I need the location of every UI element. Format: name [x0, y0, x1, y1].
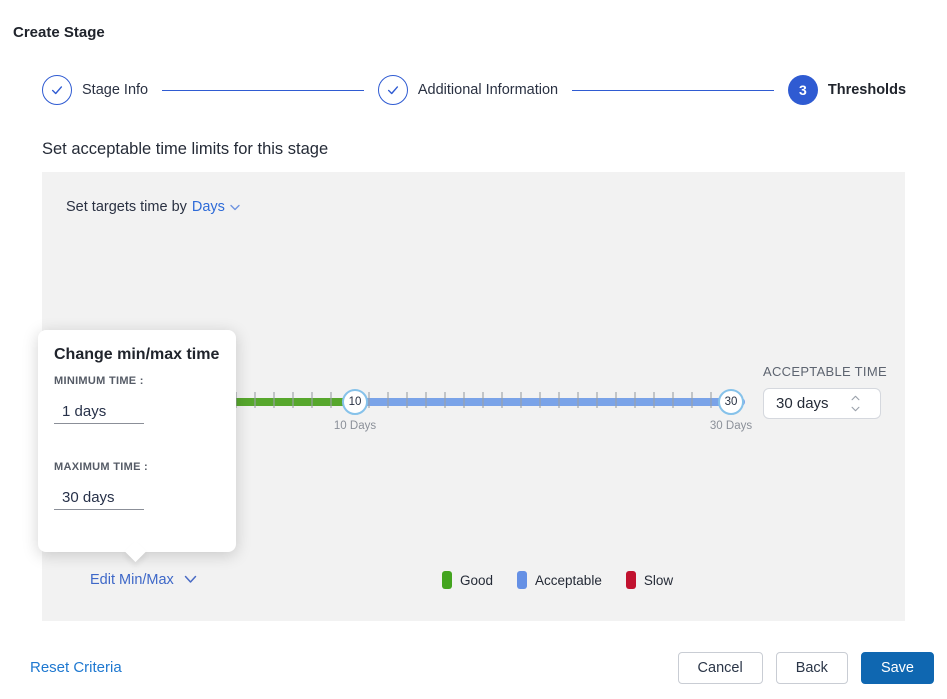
slider-max-label: 30 Days: [691, 420, 771, 432]
step-thresholds[interactable]: 3 Thresholds: [788, 75, 906, 105]
back-button[interactable]: Back: [776, 652, 848, 684]
spinner-up-icon[interactable]: [848, 394, 862, 402]
reset-criteria-link[interactable]: Reset Criteria: [30, 659, 122, 676]
legend-swatch-acceptable: [517, 571, 527, 589]
step-stage-info[interactable]: Stage Info: [42, 75, 148, 105]
acceptable-time-field: [763, 388, 881, 419]
slider-legend: Good Acceptable Slow: [442, 571, 673, 589]
step-complete-check-icon: [378, 75, 408, 105]
legend-swatch-slow: [626, 571, 636, 589]
maximum-time-input[interactable]: [54, 486, 144, 510]
step-number-badge: 3: [788, 75, 818, 105]
target-unit-value: Days: [192, 199, 225, 215]
minimum-time-input[interactable]: [54, 400, 144, 424]
spinner-down-icon[interactable]: [848, 405, 862, 413]
legend-swatch-good: [442, 571, 452, 589]
edit-minmax-label: Edit Min/Max: [90, 572, 174, 588]
chevron-down-icon: [230, 199, 240, 215]
target-unit-dropdown[interactable]: Days: [192, 199, 240, 215]
legend-item-acceptable: Acceptable: [517, 571, 602, 589]
save-button[interactable]: Save: [861, 652, 934, 684]
edit-minmax-link[interactable]: Edit Min/Max: [90, 572, 197, 588]
step-complete-check-icon: [42, 75, 72, 105]
legend-label: Slow: [644, 573, 673, 588]
step-label: Stage Info: [82, 82, 148, 98]
target-time-prefix: Set targets time by: [66, 199, 187, 215]
slider-handle-min[interactable]: 10: [342, 389, 368, 415]
legend-item-good: Good: [442, 571, 493, 589]
slider-handle-max[interactable]: 30: [718, 389, 744, 415]
maximum-time-label: MAXIMUM TIME :: [54, 461, 148, 473]
stepper-connector: [162, 90, 364, 91]
step-additional-information[interactable]: Additional Information: [378, 75, 558, 105]
change-minmax-popover: Change min/max time MINIMUM TIME : MAXIM…: [38, 330, 236, 552]
legend-label: Good: [460, 573, 493, 588]
step-label: Thresholds: [828, 82, 906, 98]
slider-min-label: 10 Days: [315, 420, 395, 432]
legend-item-slow: Slow: [626, 571, 673, 589]
section-heading: Set acceptable time limits for this stag…: [42, 140, 328, 159]
legend-label: Acceptable: [535, 573, 602, 588]
chevron-down-icon: [184, 572, 197, 588]
slider-segment-acceptable: [355, 398, 745, 406]
page-title: Create Stage: [13, 24, 105, 41]
footer-actions: Cancel Back Save: [678, 652, 934, 684]
wizard-stepper: Stage Info Additional Information 3 Thre…: [42, 74, 906, 106]
popover-title: Change min/max time: [54, 346, 219, 364]
cancel-button[interactable]: Cancel: [678, 652, 763, 684]
stepper-connector: [572, 90, 774, 91]
acceptable-time-block: ACCEPTABLE TIME: [763, 364, 893, 419]
minimum-time-label: MINIMUM TIME :: [54, 375, 144, 387]
acceptable-time-label: ACCEPTABLE TIME: [763, 364, 893, 379]
acceptable-time-input[interactable]: [764, 395, 846, 412]
target-time-row: Set targets time by Days: [66, 199, 240, 215]
step-label: Additional Information: [418, 82, 558, 98]
acceptable-time-stepper: [848, 394, 862, 413]
